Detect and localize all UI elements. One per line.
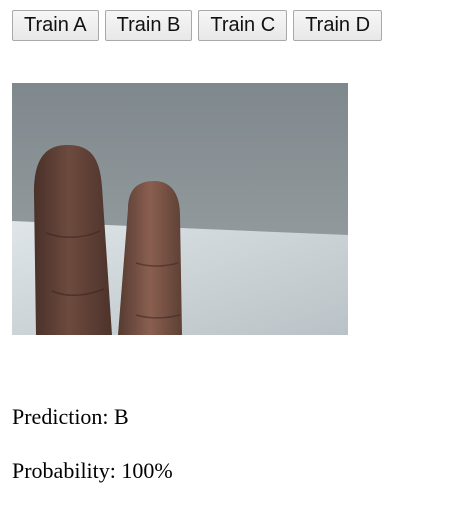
- prediction-value: B: [114, 404, 129, 429]
- prediction-text: Prediction: B: [12, 404, 129, 430]
- train-c-button[interactable]: Train C: [198, 10, 288, 41]
- probability-label: Probability:: [12, 458, 116, 483]
- probability-text: Probability: 100%: [12, 458, 173, 484]
- train-d-button[interactable]: Train D: [293, 10, 383, 41]
- webcam-video: [12, 83, 348, 335]
- prediction-label: Prediction:: [12, 404, 109, 429]
- train-a-button[interactable]: Train A: [12, 10, 99, 41]
- train-b-button[interactable]: Train B: [104, 10, 193, 41]
- probability-value: 100%: [121, 458, 173, 483]
- train-toolbar: Train A Train B Train C Train D: [12, 10, 383, 41]
- webcam-frame: [12, 83, 348, 335]
